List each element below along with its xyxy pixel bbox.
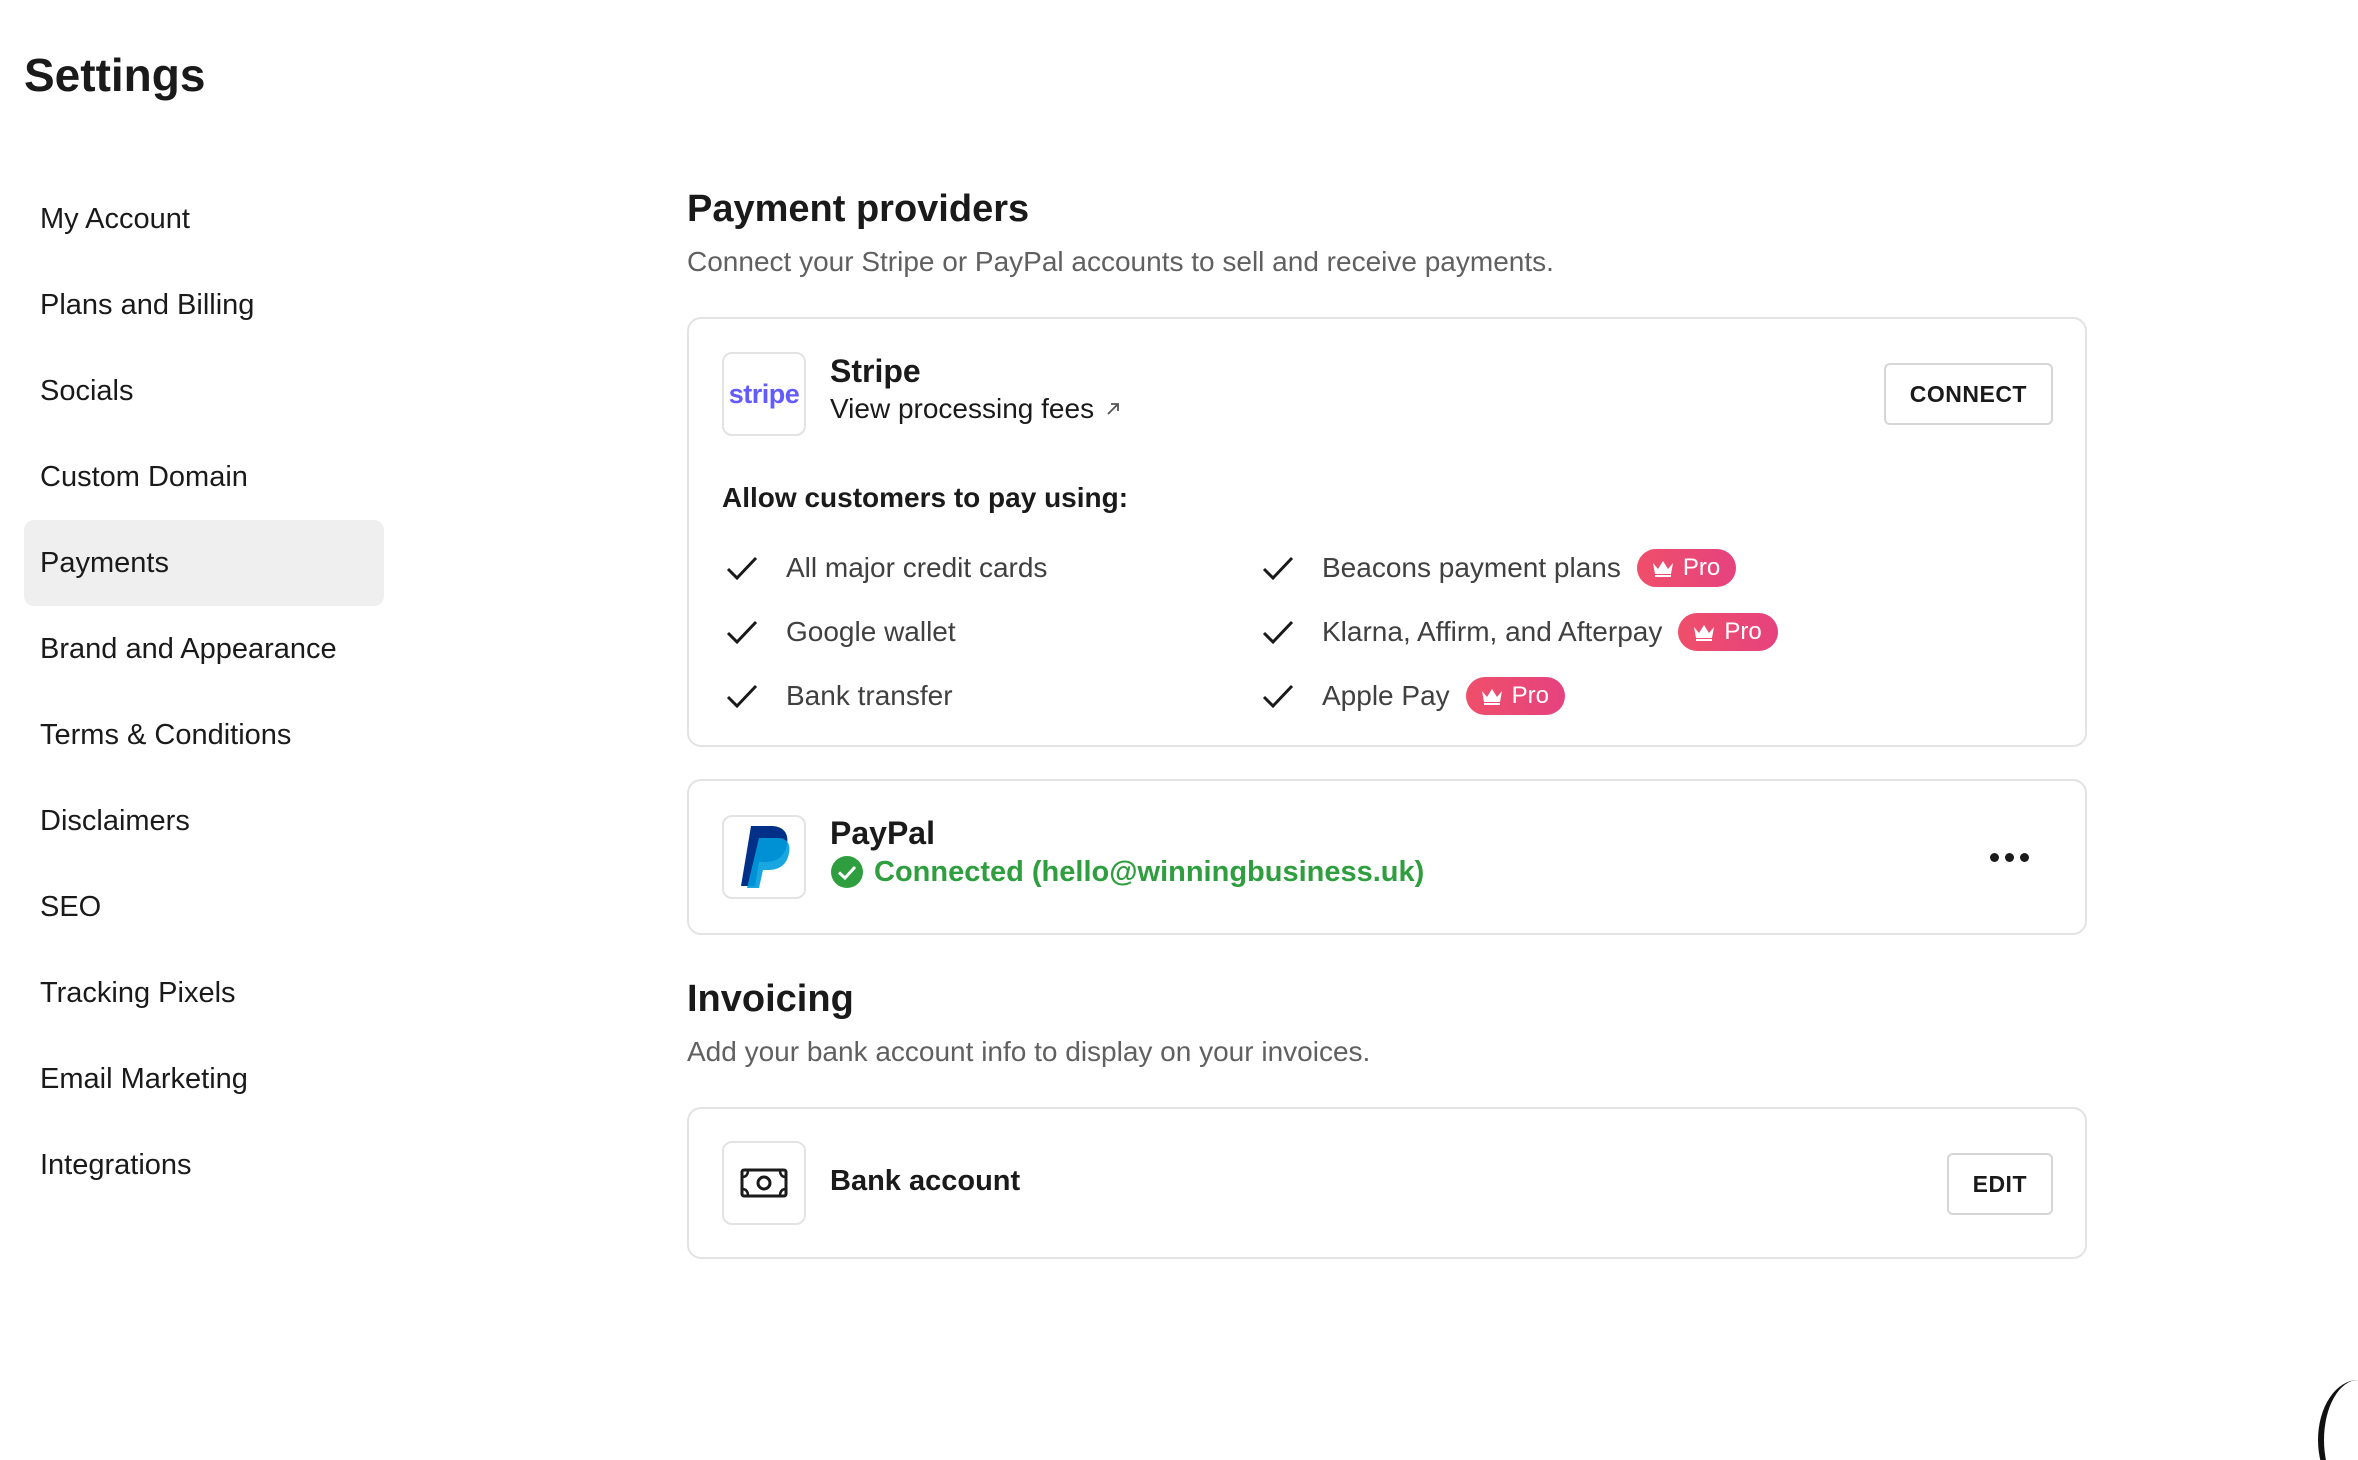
check-icon bbox=[1262, 684, 1294, 709]
sidebar-item-payments[interactable]: Payments bbox=[24, 520, 384, 606]
paypal-card: PayPal Connected (hello@winningbusiness.… bbox=[687, 779, 2087, 935]
sidebar-item-label: Plans and Billing bbox=[40, 288, 255, 321]
paypal-name: PayPal bbox=[830, 815, 935, 851]
allow-customers-label: Allow customers to pay using: bbox=[722, 482, 1129, 513]
method-apple-pay: Apple Pay Pro bbox=[1258, 674, 1565, 718]
method-label: Bank transfer bbox=[786, 680, 953, 711]
method-label: Klarna, Affirm, and Afterpay bbox=[1322, 616, 1663, 647]
method-bank-transfer: Bank transfer bbox=[722, 674, 953, 718]
stripe-logo-text: stripe bbox=[728, 378, 800, 409]
sidebar-item-seo[interactable]: SEO bbox=[24, 864, 384, 950]
cash-icon bbox=[740, 1168, 788, 1198]
sidebar-item-label: Terms & Conditions bbox=[40, 718, 292, 751]
method-credit-cards: All major credit cards bbox=[722, 546, 1047, 590]
pro-badge-label: Pro bbox=[1724, 618, 1762, 645]
sidebar-item-custom-domain[interactable]: Custom Domain bbox=[24, 434, 384, 520]
sidebar-item-my-account[interactable]: My Account bbox=[24, 176, 384, 262]
sidebar-item-tracking-pixels[interactable]: Tracking Pixels bbox=[24, 950, 384, 1036]
external-link-icon bbox=[1107, 403, 1119, 415]
method-label: All major credit cards bbox=[786, 552, 1048, 583]
dot-icon bbox=[2004, 852, 2014, 862]
pro-badge: Pro bbox=[1465, 677, 1565, 715]
sidebar-item-label: Email Marketing bbox=[40, 1062, 248, 1095]
sidebar-item-label: Socials bbox=[40, 374, 134, 407]
sidebar-item-socials[interactable]: Socials bbox=[24, 348, 384, 434]
pro-badge-label: Pro bbox=[1511, 682, 1549, 709]
sidebar-item-email-marketing[interactable]: Email Marketing bbox=[24, 1036, 384, 1122]
sidebar-item-label: My Account bbox=[40, 202, 190, 235]
stripe-connect-button[interactable]: CONNECT bbox=[1883, 363, 2053, 425]
crown-icon bbox=[1652, 561, 1673, 577]
check-icon bbox=[1262, 620, 1294, 645]
pro-badge-label: Pro bbox=[1682, 554, 1721, 581]
connected-status-text: Connected (hello@winningbusiness.uk) bbox=[874, 855, 1425, 888]
sidebar-item-brand-and-appearance[interactable]: Brand and Appearance bbox=[24, 606, 384, 692]
sidebar-item-disclaimers[interactable]: Disclaimers bbox=[24, 778, 384, 864]
sidebar-item-label: Disclaimers bbox=[40, 804, 190, 837]
view-processing-fees-link[interactable]: View processing fees bbox=[830, 393, 1122, 425]
sidebar-item-integrations[interactable]: Integrations bbox=[24, 1122, 384, 1208]
method-label: Apple Pay bbox=[1322, 680, 1450, 711]
pro-badge: Pro bbox=[1636, 549, 1737, 587]
dot-icon bbox=[2019, 852, 2029, 862]
sidebar-item-plans-and-billing[interactable]: Plans and Billing bbox=[24, 262, 384, 348]
paypal-logo-icon bbox=[741, 826, 790, 888]
settings-sidebar: My Account Plans and Billing Socials Cus… bbox=[24, 176, 384, 1208]
sidebar-item-terms-and-conditions[interactable]: Terms & Conditions bbox=[24, 692, 384, 778]
crown-icon bbox=[1481, 689, 1502, 705]
check-icon bbox=[726, 556, 758, 581]
paypal-more-options-button[interactable] bbox=[1981, 837, 2037, 877]
invoicing-title: Invoicing bbox=[687, 978, 854, 1020]
stripe-logo: stripe bbox=[722, 352, 806, 436]
sidebar-item-label: Custom Domain bbox=[40, 460, 248, 493]
method-google-wallet: Google wallet bbox=[722, 610, 956, 654]
bank-account-label: Bank account bbox=[830, 1165, 1021, 1197]
payment-providers-title: Payment providers bbox=[687, 188, 1030, 230]
method-klarna-affirm-afterpay: Klarna, Affirm, and Afterpay Pro bbox=[1258, 610, 1778, 654]
window-corner bbox=[2318, 1380, 2358, 1460]
sidebar-item-label: SEO bbox=[40, 890, 102, 923]
check-icon bbox=[726, 620, 758, 645]
method-label: Beacons payment plans bbox=[1322, 552, 1621, 583]
sidebar-item-label: Payments bbox=[40, 546, 169, 579]
method-label: Google wallet bbox=[786, 616, 956, 647]
bank-icon-box bbox=[722, 1141, 806, 1225]
bank-account-card: Bank account EDIT bbox=[687, 1107, 2087, 1259]
check-icon bbox=[726, 684, 758, 709]
check-circle-icon bbox=[831, 856, 863, 888]
fees-link-label: View processing fees bbox=[830, 393, 1095, 424]
payment-providers-description: Connect your Stripe or PayPal accounts t… bbox=[687, 246, 1554, 277]
method-beacons-payment-plans: Beacons payment plans Pro bbox=[1258, 546, 1737, 590]
stripe-card: stripe Stripe View processing fees CONNE… bbox=[687, 317, 2087, 747]
sidebar-item-label: Brand and Appearance bbox=[40, 632, 337, 665]
check-icon bbox=[1262, 556, 1294, 581]
bank-account-edit-button[interactable]: EDIT bbox=[1946, 1153, 2053, 1215]
sidebar-item-label: Integrations bbox=[40, 1148, 192, 1181]
stripe-name: Stripe bbox=[830, 353, 921, 389]
sidebar-item-label: Tracking Pixels bbox=[40, 976, 236, 1009]
settings-page: Settings My Account Plans and Billing So… bbox=[0, 0, 2358, 1460]
dot-icon bbox=[1989, 852, 1999, 862]
crown-icon bbox=[1694, 625, 1715, 641]
invoicing-description: Add your bank account info to display on… bbox=[687, 1036, 1371, 1067]
page-title: Settings bbox=[24, 49, 206, 101]
pro-badge: Pro bbox=[1678, 613, 1778, 651]
paypal-connected-status: Connected (hello@winningbusiness.uk) bbox=[830, 855, 1424, 889]
paypal-logo bbox=[722, 815, 806, 899]
